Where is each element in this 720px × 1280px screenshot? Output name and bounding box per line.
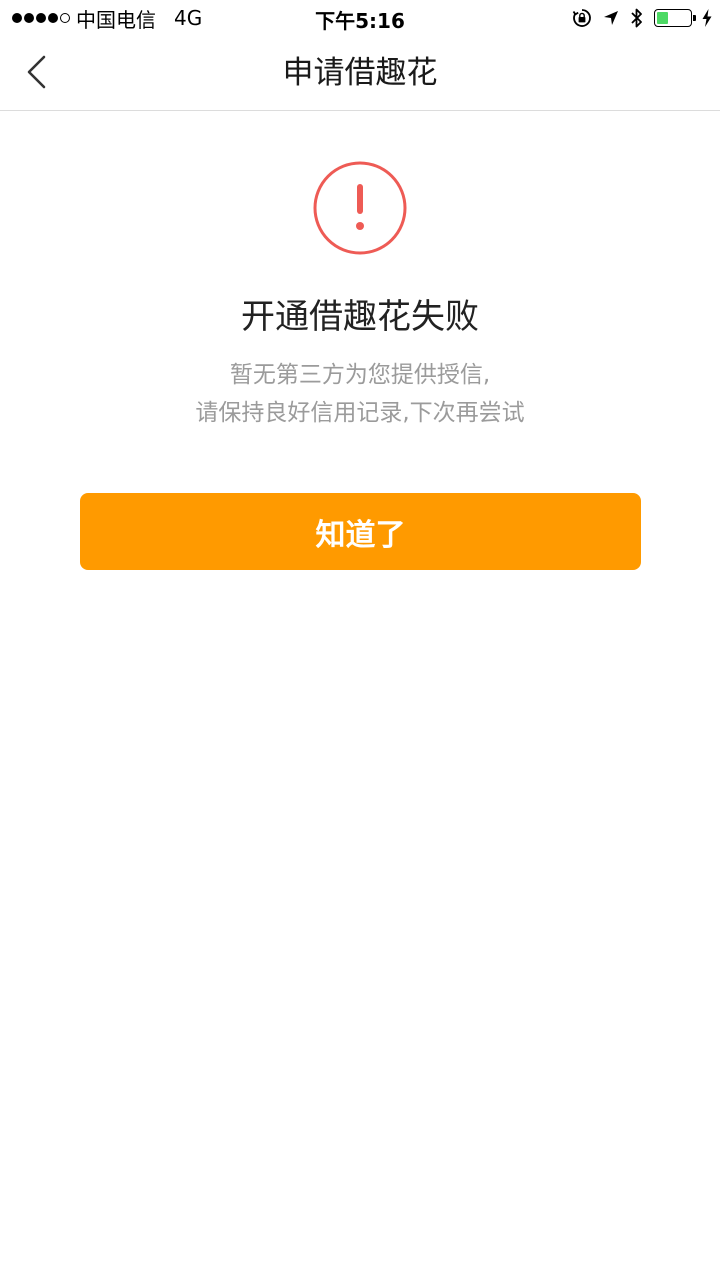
- orientation-lock-icon: [572, 9, 591, 27]
- bluetooth-icon: [631, 8, 642, 28]
- charging-bolt-icon: [702, 9, 712, 27]
- status-bar: 中国电信 4G 下午5:16: [0, 0, 720, 36]
- signal-strength-icon: [12, 13, 70, 23]
- location-arrow-icon: [604, 11, 618, 25]
- navigation-bar: 申请借趣花: [0, 36, 720, 111]
- battery-level-fill: [657, 12, 669, 24]
- result-description: 暂无第三方为您提供授信, 请保持良好信用记录,下次再尝试: [0, 356, 720, 432]
- battery-icon: [654, 9, 696, 27]
- result-description-line-1: 暂无第三方为您提供授信,: [229, 362, 491, 388]
- status-right: [572, 6, 712, 30]
- alert-exclamation-dot: [356, 222, 364, 230]
- exclamation-circle-icon: [313, 161, 407, 255]
- page-title: 申请借趣花: [282, 55, 438, 91]
- carrier-name: 中国电信: [76, 7, 156, 32]
- result-description-line-2: 请保持良好信用记录,下次再尝试: [195, 400, 525, 426]
- network-type: 4G: [174, 6, 203, 30]
- acknowledge-button[interactable]: 知道了: [80, 493, 641, 570]
- result-content: 开通借趣花失败 暂无第三方为您提供授信, 请保持良好信用记录,下次再尝试 知道了: [0, 111, 720, 1280]
- status-left: 中国电信 4G: [12, 5, 203, 32]
- result-title: 开通借趣花失败: [241, 297, 479, 337]
- alert-exclamation-bar: [357, 184, 363, 214]
